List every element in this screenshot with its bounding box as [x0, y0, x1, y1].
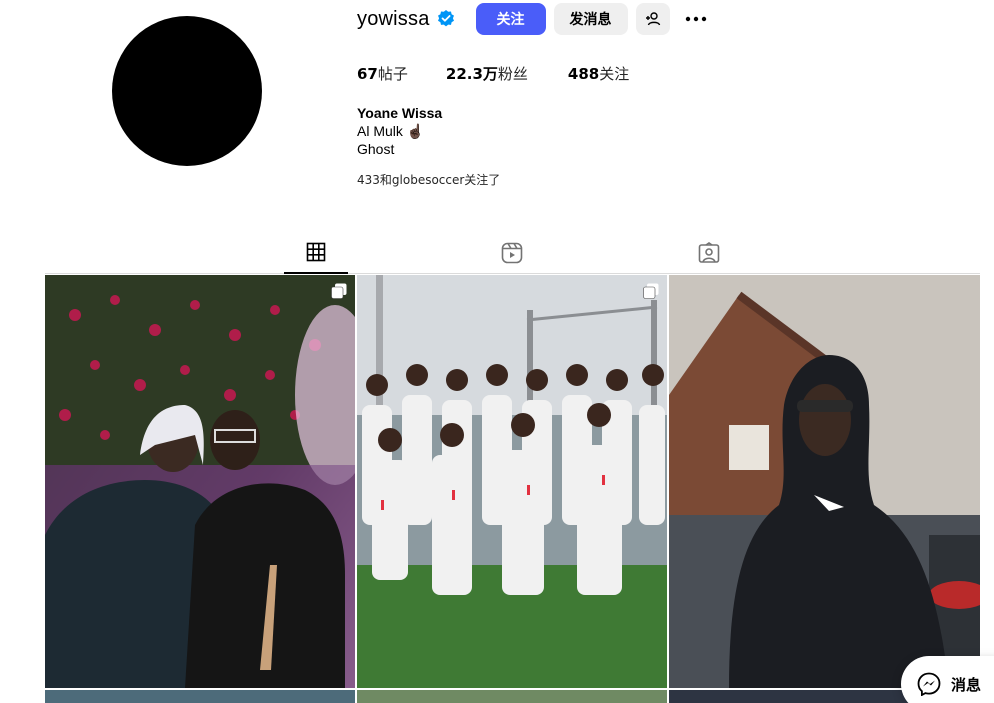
post-thumbnail[interactable]	[357, 275, 667, 688]
post-image	[669, 275, 980, 688]
follow-button[interactable]: 关注	[475, 3, 546, 35]
tab-tagged[interactable]	[677, 232, 741, 274]
followers-label: 粉丝	[497, 65, 528, 83]
following-stat[interactable]: 488关注	[568, 63, 629, 84]
bio-line: Ghost	[357, 141, 395, 157]
grid-icon	[306, 242, 326, 262]
tagged-icon	[698, 242, 720, 263]
post-image	[357, 275, 667, 688]
message-button[interactable]: 发消息	[553, 3, 628, 35]
post-thumbnail[interactable]	[45, 275, 355, 688]
more-options-button[interactable]	[684, 3, 708, 35]
messages-label: 消息	[951, 675, 982, 694]
posts-stat: 67帖子	[357, 63, 408, 84]
followed-by-text[interactable]: 433和globesoccer关注了	[357, 171, 500, 188]
profile-avatar[interactable]	[112, 16, 262, 166]
add-person-icon	[645, 12, 660, 26]
bio-line: Al Mulk ☝🏿	[357, 123, 425, 139]
following-label: 关注	[599, 65, 630, 83]
profile-bio: Yoane Wissa Al Mulk ☝🏿 Ghost	[357, 104, 442, 158]
followers-stat[interactable]: 22.3万粉丝	[446, 63, 528, 84]
tab-reels[interactable]	[480, 232, 544, 274]
post-thumbnail[interactable]	[669, 275, 980, 688]
profile-header: yowissa 关注 发消息	[357, 3, 708, 35]
post-image	[45, 275, 355, 688]
profile-tabs	[45, 232, 980, 274]
messenger-icon	[917, 672, 941, 696]
post-thumbnail[interactable]	[45, 690, 355, 703]
full-name: Yoane Wissa	[357, 105, 443, 121]
verified-badge-icon	[436, 9, 456, 29]
suggest-accounts-button[interactable]	[635, 3, 670, 35]
carousel-icon	[331, 283, 347, 299]
carousel-icon	[643, 283, 659, 299]
posts-count: 67	[357, 65, 378, 83]
posts-label: 帖子	[377, 65, 408, 83]
messages-button[interactable]: 消息	[901, 656, 994, 703]
tab-posts[interactable]	[284, 232, 348, 274]
profile-stats: 67帖子 22.3万粉丝 488关注	[357, 63, 629, 84]
post-thumbnail[interactable]	[357, 690, 667, 703]
more-dots-icon	[685, 16, 706, 22]
following-count: 488	[567, 65, 600, 83]
username: yowissa	[357, 7, 430, 30]
reels-icon	[501, 242, 523, 264]
followers-count: 22.3万	[445, 65, 498, 83]
